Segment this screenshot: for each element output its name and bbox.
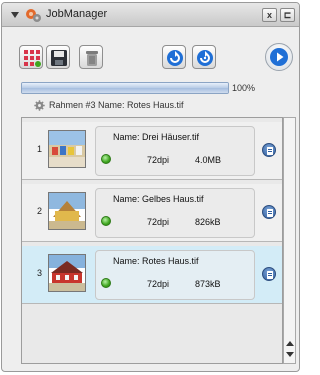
job-resolution: 72dpi xyxy=(147,217,170,227)
play-icon xyxy=(270,48,288,66)
refresh-icon xyxy=(167,50,183,66)
job-info-card: Name: Gelbes Haus.tif 72dpi 826kB xyxy=(95,188,255,238)
jobmanager-panel: JobManager x ⊏ 100% Rahmen #3 Name: Rote… xyxy=(1,2,300,372)
refresh-all-icon xyxy=(197,50,213,66)
job-file-size: 4.0MB xyxy=(195,155,222,165)
status-dot-icon xyxy=(101,278,111,288)
disclosure-triangle-icon[interactable] xyxy=(11,12,19,18)
progress-bar xyxy=(21,82,229,94)
grid-button[interactable] xyxy=(19,45,43,69)
refresh-all-button[interactable] xyxy=(192,45,216,69)
job-resolution: 72dpi xyxy=(147,279,170,289)
refresh-button[interactable] xyxy=(162,45,186,69)
job-index: 1 xyxy=(37,144,43,154)
job-file-name: Name: Gelbes Haus.tif xyxy=(113,194,204,204)
job-list: 1 Name: Drei Häuser.tif 72dpi 4.0MB 2 Name:… xyxy=(21,117,283,364)
delete-button[interactable] xyxy=(79,45,103,69)
scroll-up-arrow-icon[interactable] xyxy=(286,341,294,346)
save-button[interactable] xyxy=(46,45,70,69)
detach-button[interactable]: ⊏ xyxy=(280,8,295,22)
progress-fill xyxy=(22,83,228,93)
job-index: 2 xyxy=(37,206,43,216)
trash-icon xyxy=(86,51,98,66)
window-title: JobManager xyxy=(46,8,108,20)
status-dot-icon xyxy=(101,216,111,226)
status-dot-icon xyxy=(101,154,111,164)
grid-icon xyxy=(24,50,41,67)
job-info-card: Name: Rotes Haus.tif 72dpi 873kB xyxy=(95,250,255,300)
open-document-button[interactable] xyxy=(262,267,276,281)
close-button[interactable]: x xyxy=(262,8,277,22)
job-thumbnail xyxy=(48,254,86,292)
scroll-down-arrow-icon[interactable] xyxy=(286,352,294,357)
job-file-size: 826kB xyxy=(195,217,221,227)
title-bar[interactable]: JobManager x ⊏ xyxy=(2,3,299,27)
job-thumbnail xyxy=(48,130,86,168)
job-list-item[interactable]: 3 Name: Rotes Haus.tif 72dpi 873kB xyxy=(22,246,282,304)
job-index: 3 xyxy=(37,268,43,278)
gear-icon xyxy=(34,100,45,111)
document-icon xyxy=(267,209,273,217)
scrollbar[interactable] xyxy=(283,117,296,364)
open-document-button[interactable] xyxy=(262,143,276,157)
document-icon xyxy=(267,271,273,279)
save-disk-icon xyxy=(51,50,67,66)
progress-percent: 100% xyxy=(232,83,256,93)
document-icon xyxy=(267,147,273,155)
open-document-button[interactable] xyxy=(262,205,276,219)
status-text: Rahmen #3 Name: Rotes Haus.tif xyxy=(49,100,184,110)
job-list-item[interactable]: 1 Name: Drei Häuser.tif 72dpi 4.0MB xyxy=(22,122,282,180)
start-button[interactable] xyxy=(265,43,293,71)
job-file-name: Name: Rotes Haus.tif xyxy=(113,256,199,266)
job-file-name: Name: Drei Häuser.tif xyxy=(113,132,200,142)
job-thumbnail xyxy=(48,192,86,230)
job-resolution: 72dpi xyxy=(147,155,170,165)
jobmanager-app-icon xyxy=(26,9,41,22)
job-info-card: Name: Drei Häuser.tif 72dpi 4.0MB xyxy=(95,126,255,176)
job-list-item[interactable]: 2 Name: Gelbes Haus.tif 72dpi 826kB xyxy=(22,184,282,242)
job-file-size: 873kB xyxy=(195,279,221,289)
